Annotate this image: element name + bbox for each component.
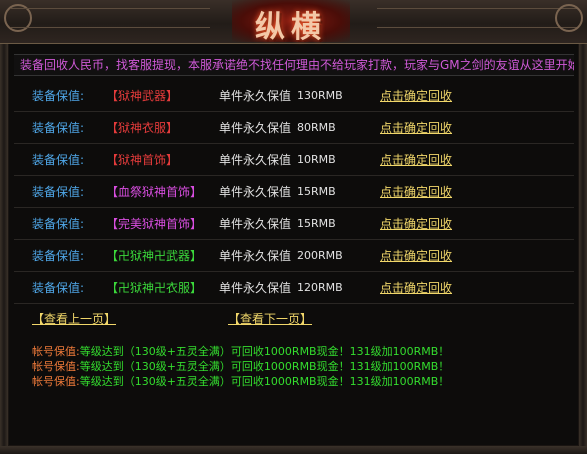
- frame-left-border: [0, 44, 8, 448]
- recycle-row: 装备保值: 【血祭狱神首饰】 单件永久保值 15RMB 点击确定回收: [14, 180, 574, 208]
- next-page-link[interactable]: 【查看下一页】: [228, 310, 312, 327]
- row-price: 120RMB: [297, 281, 343, 294]
- confirm-recycle-link[interactable]: 点击确定回收: [380, 244, 452, 268]
- notice-banner: 装备回收人民币，找客服提现，本服承诺绝不找任何理由不给玩家打款，玩家与GM之剑的…: [14, 54, 574, 76]
- row-price: 15RMB: [297, 185, 336, 198]
- recycle-row: 装备保值: 【完美狱神首饰】 单件永久保值 15RMB 点击确定回收: [14, 212, 574, 240]
- pagination: 【查看上一页】 【查看下一页】: [32, 310, 552, 332]
- row-desc: 单件永久保值: [219, 153, 292, 167]
- corner-ornament-right: [555, 4, 583, 32]
- row-label: 装备保值:: [32, 281, 85, 295]
- row-label: 装备保值:: [32, 185, 85, 199]
- row-desc: 单件永久保值: [219, 121, 292, 135]
- row-price: 200RMB: [297, 249, 343, 262]
- item-name: 【血祭狱神首饰】: [106, 185, 203, 199]
- account-key: 帐号保值:: [32, 360, 80, 373]
- account-line: 帐号保值:等级达到（130级+五灵全满）可回收1000RMB现金！131级加10…: [32, 344, 572, 359]
- account-key: 帐号保值:: [32, 345, 80, 358]
- account-value: 等级达到（130级+五灵全满）可回收1000RMB现金！131级加100RMB！: [79, 375, 450, 388]
- row-label: 装备保值:: [32, 249, 85, 263]
- recycle-row: 装备保值: 【狱神武器】 单件永久保值 130RMB 点击确定回收: [14, 84, 574, 112]
- row-desc: 单件永久保值: [219, 217, 292, 231]
- confirm-recycle-link[interactable]: 点击确定回收: [380, 276, 452, 300]
- account-key: 帐号保值:: [32, 375, 80, 388]
- row-price: 80RMB: [297, 121, 336, 134]
- item-name: 【卍狱神卍衣服】: [106, 281, 203, 295]
- recycle-row: 装备保值: 【狱神衣服】 单件永久保值 80RMB 点击确定回收: [14, 116, 574, 144]
- title-bar: 纵横: [0, 0, 587, 45]
- item-name: 【狱神首饰】: [106, 153, 179, 167]
- row-label: 装备保值:: [32, 217, 85, 231]
- recycle-list: 装备保值: 【狱神武器】 单件永久保值 130RMB 点击确定回收 装备保值: …: [14, 84, 574, 308]
- item-name: 【狱神武器】: [106, 89, 179, 103]
- confirm-recycle-link[interactable]: 点击确定回收: [380, 84, 452, 108]
- account-line: 帐号保值:等级达到（130级+五灵全满）可回收1000RMB现金！131级加10…: [32, 374, 572, 389]
- confirm-recycle-link[interactable]: 点击确定回收: [380, 212, 452, 236]
- row-desc: 单件永久保值: [219, 185, 292, 199]
- row-desc: 单件永久保值: [219, 281, 292, 295]
- confirm-recycle-link[interactable]: 点击确定回收: [380, 180, 452, 204]
- prev-page-link[interactable]: 【查看上一页】: [32, 310, 116, 327]
- item-name: 【狱神衣服】: [106, 121, 179, 135]
- title-scroll-left: [10, 8, 210, 28]
- row-price: 10RMB: [297, 153, 336, 166]
- row-desc: 单件永久保值: [219, 249, 292, 263]
- row-price: 130RMB: [297, 89, 343, 102]
- row-price: 15RMB: [297, 217, 336, 230]
- game-logo: 纵横: [232, 0, 350, 45]
- row-label: 装备保值:: [32, 89, 85, 103]
- recycle-row: 装备保值: 【卍狱神卍武器】 单件永久保值 200RMB 点击确定回收: [14, 244, 574, 272]
- frame-bottom-border: [0, 446, 587, 454]
- logo-text: 纵横: [255, 10, 327, 45]
- confirm-recycle-link[interactable]: 点击确定回收: [380, 116, 452, 140]
- confirm-recycle-link[interactable]: 点击确定回收: [380, 148, 452, 172]
- account-value: 等级达到（130级+五灵全满）可回收1000RMB现金！131级加100RMB！: [79, 360, 450, 373]
- row-label: 装备保值:: [32, 121, 85, 135]
- item-name: 【卍狱神卍武器】: [106, 249, 203, 263]
- recycle-row: 装备保值: 【狱神首饰】 单件永久保值 10RMB 点击确定回收: [14, 148, 574, 176]
- row-desc: 单件永久保值: [219, 89, 292, 103]
- item-name: 【完美狱神首饰】: [106, 217, 203, 231]
- account-line: 帐号保值:等级达到（130级+五灵全满）可回收1000RMB现金！131级加10…: [32, 359, 572, 374]
- title-scroll-right: [377, 8, 577, 28]
- account-value: 等级达到（130级+五灵全满）可回收1000RMB现金！131级加100RMB！: [79, 345, 450, 358]
- row-label: 装备保值:: [32, 153, 85, 167]
- recycle-row: 装备保值: 【卍狱神卍衣服】 单件永久保值 120RMB 点击确定回收: [14, 276, 574, 304]
- account-info: 帐号保值:等级达到（130级+五灵全满）可回收1000RMB现金！131级加10…: [32, 344, 572, 389]
- frame-right-border: [579, 44, 587, 448]
